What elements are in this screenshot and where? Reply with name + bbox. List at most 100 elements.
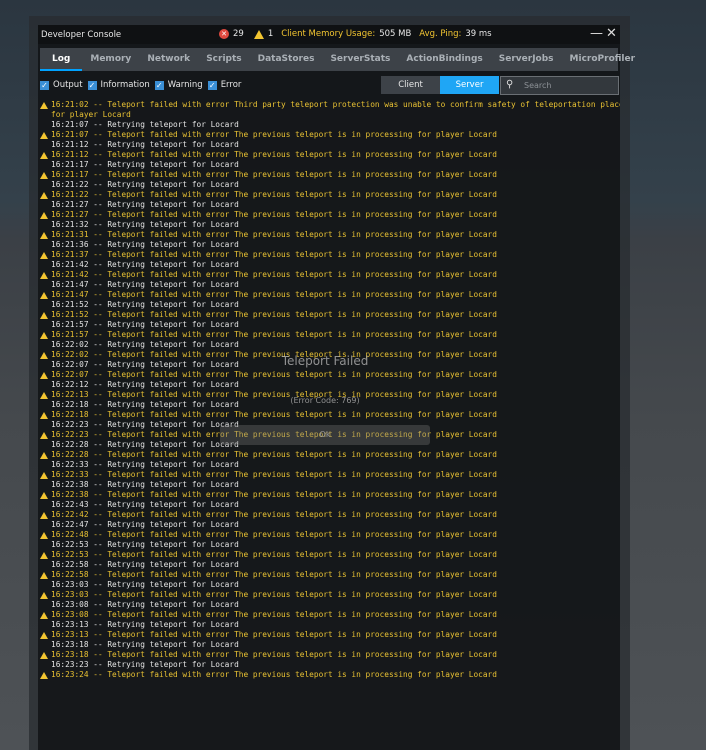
log-entry: 16:21:57 -- Teleport failed with error T…: [38, 330, 620, 340]
minimize-button[interactable]: —: [590, 26, 603, 41]
warning-icon: [40, 672, 48, 679]
memory-value: 505 MB: [379, 29, 412, 39]
log-entry: 16:22:12 -- Retrying teleport for Locard: [38, 380, 620, 390]
log-entry: 16:23:08 -- Retrying teleport for Locard: [38, 600, 620, 610]
warning-checkbox[interactable]: ✓: [154, 80, 164, 90]
log-text: 16:21:17 -- Retrying teleport for Locard: [51, 160, 239, 169]
warning-icon: [40, 152, 48, 159]
log-entry: 16:22:18 -- Teleport failed with error T…: [38, 410, 620, 420]
warning-icon: [253, 29, 264, 39]
close-button[interactable]: ✕: [606, 26, 617, 41]
log-text: 16:21:47 -- Teleport failed with error T…: [51, 290, 497, 299]
log-filters: ✓ Output ✓ Information ✓ Warning ✓ Error: [40, 80, 246, 90]
log-entry: 16:22:53 -- Retrying teleport for Locard: [38, 540, 620, 550]
log-text: 16:21:36 -- Retrying teleport for Locard: [51, 240, 239, 249]
log-text: 16:22:47 -- Retrying teleport for Locard: [51, 520, 239, 529]
log-entry: 16:22:48 -- Teleport failed with error T…: [38, 530, 620, 540]
log-entry: 16:22:38 -- Teleport failed with error T…: [38, 490, 620, 500]
tab-log[interactable]: Log: [40, 48, 83, 71]
log-text: 16:23:08 -- Teleport failed with error T…: [51, 610, 497, 619]
log-output[interactable]: 16:21:02 -- Teleport failed with error T…: [38, 100, 620, 680]
log-entry: 16:22:13 -- Teleport failed with error T…: [38, 390, 620, 400]
warning-icon: [40, 652, 48, 659]
log-entry: 16:21:17 -- Teleport failed with error T…: [38, 170, 620, 180]
tab-microprofiler[interactable]: MicroProfiler: [562, 48, 644, 71]
developer-console: Developer Console ✕ 29 1 Client Memory U…: [38, 25, 635, 750]
log-entry: 16:21:22 -- Retrying teleport for Locard: [38, 180, 620, 190]
error-icon: ✕: [219, 29, 229, 39]
log-entry: 16:21:57 -- Retrying teleport for Locard: [38, 320, 620, 330]
log-entry: 16:21:32 -- Retrying teleport for Locard: [38, 220, 620, 230]
tab-serverstats[interactable]: ServerStats: [322, 48, 398, 71]
log-text: 16:22:02 -- Teleport failed with error T…: [51, 350, 497, 359]
log-text: 16:21:52 -- Retrying teleport for Locard: [51, 300, 239, 309]
tab-memory[interactable]: Memory: [82, 48, 139, 71]
tab-serverjobs[interactable]: ServerJobs: [491, 48, 562, 71]
warning-icon: [40, 102, 48, 109]
tab-network[interactable]: Network: [139, 48, 198, 71]
tab-scripts[interactable]: Scripts: [198, 48, 249, 71]
log-text: 16:21:07 -- Teleport failed with error T…: [51, 130, 497, 139]
warning-count: 1: [267, 29, 274, 39]
log-text: 16:21:22 -- Retrying teleport for Locard: [51, 180, 239, 189]
log-entry: 16:21:36 -- Retrying teleport for Locard: [38, 240, 620, 250]
log-text: 16:23:03 -- Retrying teleport for Locard: [51, 580, 239, 589]
server-button[interactable]: Server: [440, 76, 499, 94]
warning-icon: [40, 632, 48, 639]
information-checkbox[interactable]: ✓: [87, 80, 97, 90]
log-entry: 16:21:42 -- Retrying teleport for Locard: [38, 260, 620, 270]
log-text: 16:21:12 -- Retrying teleport for Locard: [51, 140, 239, 149]
log-text: 16:21:32 -- Retrying teleport for Locard: [51, 220, 239, 229]
log-text: 16:22:58 -- Teleport failed with error T…: [51, 570, 497, 579]
stats-bar: ✕ 29 1 Client Memory Usage: 505 MB Avg. …: [219, 29, 492, 39]
client-button[interactable]: Client: [381, 76, 440, 94]
log-entry: 16:22:53 -- Teleport failed with error T…: [38, 550, 620, 560]
log-text: 16:22:18 -- Teleport failed with error T…: [51, 410, 497, 419]
log-entry: 16:21:27 -- Teleport failed with error T…: [38, 210, 620, 220]
warning-label: Warning: [167, 80, 203, 90]
log-entry: 16:22:07 -- Teleport failed with error T…: [38, 370, 620, 380]
log-text: 16:21:27 -- Teleport failed with error T…: [51, 210, 497, 219]
log-entry: 16:23:08 -- Teleport failed with error T…: [38, 610, 620, 620]
warning-icon: [40, 572, 48, 579]
warning-icon: [40, 412, 48, 419]
log-entry: 16:21:12 -- Teleport failed with error T…: [38, 150, 620, 160]
log-text: 16:23:23 -- Retrying teleport for Locard: [51, 660, 239, 669]
log-entry: 16:21:27 -- Retrying teleport for Locard: [38, 200, 620, 210]
log-entry: 16:21:47 -- Teleport failed with error T…: [38, 290, 620, 300]
warning-icon: [40, 592, 48, 599]
log-entry: 16:22:33 -- Retrying teleport for Locard: [38, 460, 620, 470]
error-checkbox[interactable]: ✓: [207, 80, 217, 90]
log-text: 16:22:33 -- Retrying teleport for Locard: [51, 460, 239, 469]
warning-icon: [40, 352, 48, 359]
warning-icon: [40, 132, 48, 139]
output-checkbox[interactable]: ✓: [40, 80, 49, 90]
tab-datastores[interactable]: DataStores: [250, 48, 323, 71]
warning-icon: [40, 292, 48, 299]
dialog-ok-button[interactable]: Ok: [220, 425, 430, 445]
log-entry: 16:21:22 -- Teleport failed with error T…: [38, 190, 620, 200]
log-text: 16:22:48 -- Teleport failed with error T…: [51, 530, 497, 539]
search-input[interactable]: ⚲ Search: [500, 76, 619, 95]
log-text: 16:22:28 -- Retrying teleport for Locard: [51, 440, 239, 449]
title-bar[interactable]: Developer Console ✕ 29 1 Client Memory U…: [38, 25, 620, 44]
log-entry: 16:22:43 -- Retrying teleport for Locard: [38, 500, 620, 510]
log-entry: 16:23:13 -- Teleport failed with error T…: [38, 630, 620, 640]
log-entry: 16:21:17 -- Retrying teleport for Locard: [38, 160, 620, 170]
warning-icon: [40, 192, 48, 199]
log-text: 16:21:27 -- Retrying teleport for Locard: [51, 200, 239, 209]
log-text: 16:21:52 -- Teleport failed with error T…: [51, 310, 497, 319]
warning-icon: [40, 512, 48, 519]
log-text: 16:21:57 -- Retrying teleport for Locard: [51, 320, 239, 329]
log-entry: 16:21:37 -- Teleport failed with error T…: [38, 250, 620, 260]
log-entry: 16:21:52 -- Teleport failed with error T…: [38, 310, 620, 320]
ping-label: Avg. Ping:: [419, 29, 462, 39]
error-label: Error: [220, 80, 242, 90]
output-label: Output: [53, 80, 83, 90]
log-entry: 16:21:07 -- Retrying teleport for Locard: [38, 120, 620, 130]
memory-label: Client Memory Usage:: [281, 29, 376, 39]
warning-icon: [40, 252, 48, 259]
window-title: Developer Console: [41, 30, 122, 40]
log-text: 16:21:22 -- Teleport failed with error T…: [51, 190, 497, 199]
tab-actionbindings[interactable]: ActionBindings: [398, 48, 490, 71]
